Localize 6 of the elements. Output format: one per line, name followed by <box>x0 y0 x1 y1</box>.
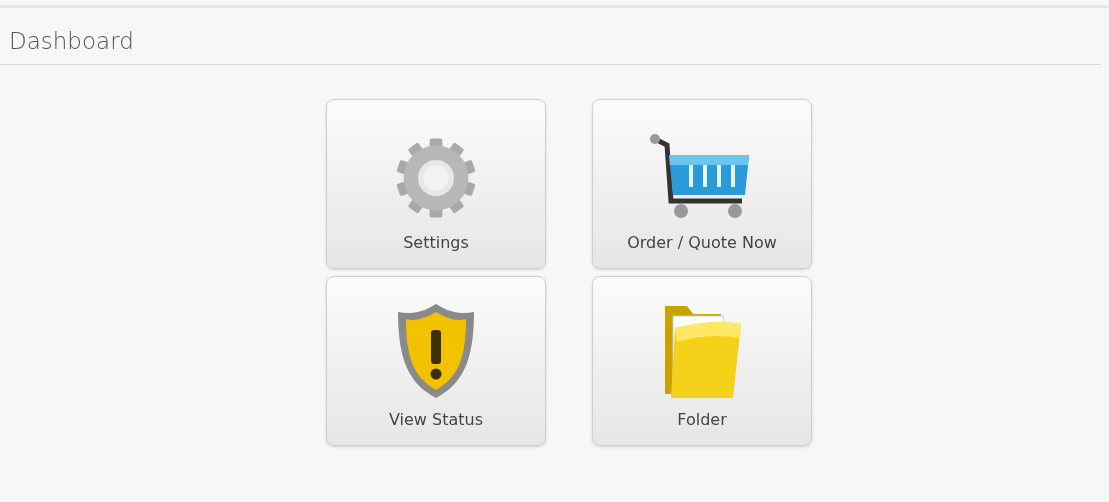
dashboard-tile[interactable]: Folder <box>592 276 812 446</box>
dashboard-tile[interactable]: Order / Quote Now <box>592 99 812 269</box>
page-title: Dashboard <box>9 28 135 54</box>
dashboard-tile[interactable]: View Status <box>326 276 546 446</box>
dashboard-tile[interactable]: Settings <box>326 99 546 269</box>
shield-icon <box>396 302 476 400</box>
